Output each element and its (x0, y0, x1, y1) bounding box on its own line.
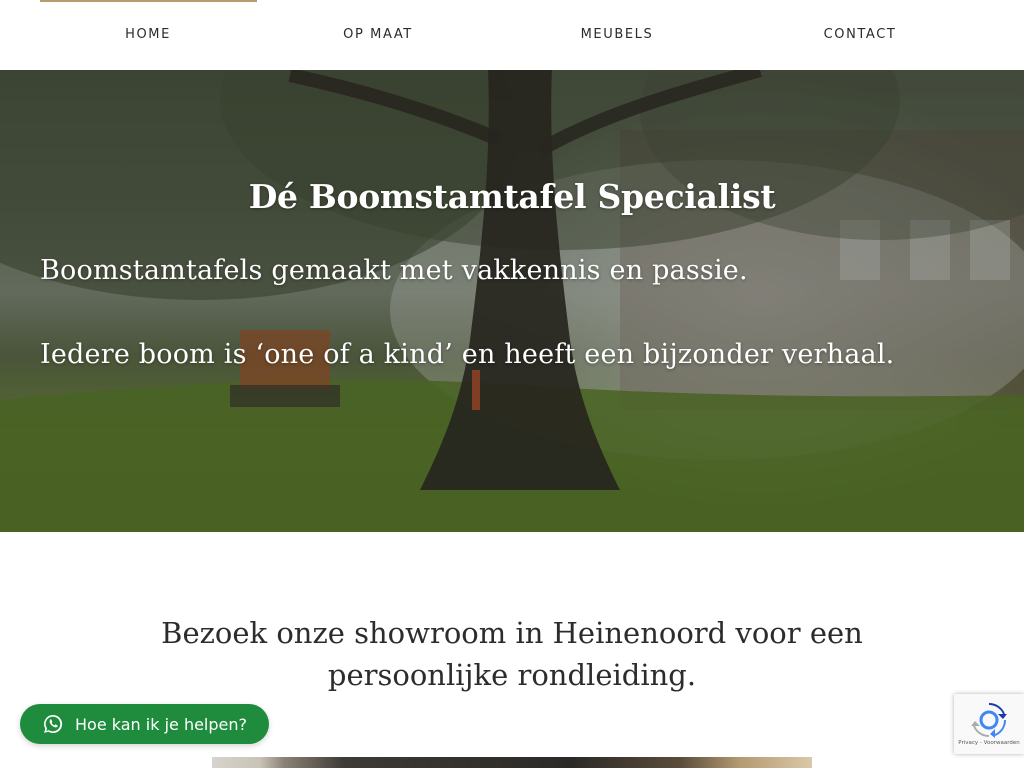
hero-title: Dé Boomstamtafel Specialist (248, 177, 776, 216)
showroom-image (212, 757, 812, 768)
nav-item-home[interactable]: HOME (125, 26, 171, 44)
hero-section: Dé Boomstamtafel Specialist Boomstamtafe… (0, 70, 1024, 532)
nav-active-indicator (40, 0, 257, 2)
main-navigation: HOME OP MAAT MEUBELS CONTACT (0, 0, 1024, 70)
recaptcha-footer: Privacy - Voorwaarden (958, 740, 1020, 746)
recaptcha-icon (971, 702, 1007, 742)
hero-tagline-1: Boomstamtafels gemaakt met vakkennis en … (40, 255, 748, 286)
chat-label: Hoe kan ik je helpen? (75, 714, 247, 734)
recaptcha-badge[interactable]: Privacy - Voorwaarden (954, 694, 1024, 754)
hero-overlay (0, 70, 1024, 532)
whatsapp-chat-button[interactable]: Hoe kan ik je helpen? (20, 704, 269, 744)
nav-item-contact[interactable]: CONTACT (824, 26, 897, 44)
nav-item-meubels[interactable]: MEUBELS (581, 26, 654, 44)
nav-item-op-maat[interactable]: OP MAAT (343, 26, 413, 44)
hero-tagline-2: Iedere boom is ‘one of a kind’ en heeft … (40, 339, 895, 370)
whatsapp-icon (42, 713, 64, 735)
showroom-heading: Bezoek onze showroom in Heinenoord voor … (161, 616, 863, 692)
